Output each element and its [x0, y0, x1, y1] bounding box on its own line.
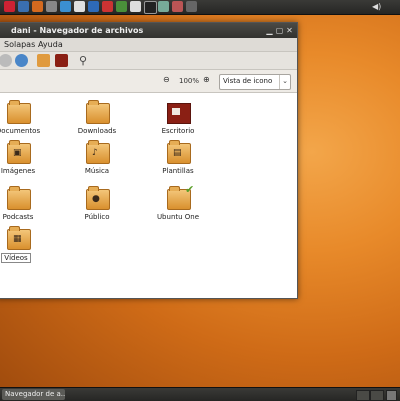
bottom-panel: Navegador de a...	[0, 387, 400, 401]
file-item-imagenes[interactable]: ▣ Imágenes	[0, 140, 47, 183]
file-item-documentos[interactable]: Documentos	[0, 100, 47, 143]
folder-icon: ♪	[86, 140, 110, 164]
launcher-icon[interactable]	[130, 1, 141, 12]
video-icon: ▦	[13, 234, 22, 244]
close-icon[interactable]: ✕	[285, 26, 294, 35]
file-label: Podcasts	[2, 213, 34, 221]
computer-icon[interactable]	[55, 54, 68, 67]
launcher-icon[interactable]	[4, 1, 15, 12]
launcher-icon[interactable]	[102, 1, 113, 12]
file-item-ubuntu-one[interactable]: ✔ Ubuntu One	[147, 183, 207, 229]
music-icon: ♪	[92, 148, 98, 158]
file-item-videos[interactable]: ▦ Vídeos	[0, 226, 47, 269]
file-label: Música	[84, 167, 110, 175]
chevron-down-icon[interactable]: ⌄	[279, 75, 290, 89]
file-item-escritorio[interactable]: Escritorio	[147, 103, 207, 143]
trash-icon[interactable]	[386, 390, 397, 401]
launcher-icon[interactable]	[32, 1, 43, 12]
toolbar: ⚲	[0, 52, 297, 70]
zoom-out-icon[interactable]: ⊖	[163, 75, 170, 84]
launcher-icon[interactable]	[46, 1, 57, 12]
launcher-icon[interactable]	[116, 1, 127, 12]
volume-icon[interactable]: ◀)	[372, 2, 381, 12]
workspace-switcher[interactable]	[356, 390, 370, 401]
window-title: dani - Navegador de archivos	[11, 26, 144, 35]
folder-icon: ▣	[7, 140, 31, 164]
home-icon[interactable]	[37, 54, 50, 67]
stop-icon[interactable]	[0, 54, 12, 67]
search-icon[interactable]: ⚲	[79, 54, 92, 67]
view-mode-select[interactable]: Vista de icono ⌄	[219, 74, 291, 90]
launcher-icon[interactable]	[186, 1, 197, 12]
reload-icon[interactable]	[15, 54, 28, 67]
file-item-plantillas[interactable]: ▤ Plantillas	[147, 140, 207, 183]
minimize-icon[interactable]: ▁	[265, 26, 274, 35]
file-label: Documentos	[0, 127, 41, 135]
file-label: Downloads	[77, 127, 117, 135]
menu-bar: Solapas Ayuda	[0, 38, 297, 52]
top-panel: ◀)	[0, 0, 400, 15]
folder-icon: ●	[86, 186, 110, 210]
file-label: Vídeos	[1, 253, 31, 263]
folder-icon	[7, 186, 31, 210]
public-share-icon: ●	[92, 194, 100, 204]
view-mode-label: Vista de icono	[223, 77, 273, 85]
location-bar: ⊖ 100% ⊕ Vista de icono ⌄	[0, 70, 297, 93]
file-label: Imágenes	[0, 167, 36, 175]
menu-solapas[interactable]: Solapas	[4, 40, 35, 49]
desktop-icon	[167, 103, 191, 124]
file-label: Escritorio	[161, 127, 195, 135]
zoom-in-icon[interactable]: ⊕	[203, 75, 210, 84]
file-item-publico[interactable]: ● Público	[66, 186, 126, 229]
menu-ayuda[interactable]: Ayuda	[38, 40, 63, 49]
window-titlebar[interactable]: dani - Navegador de archivos ▁ ▢ ✕	[0, 23, 297, 38]
zoom-level: 100%	[179, 77, 200, 85]
maximize-icon[interactable]: ▢	[275, 26, 284, 35]
sync-check-icon: ✔	[185, 183, 195, 196]
folder-icon: ▤	[167, 140, 191, 164]
launcher-icon[interactable]	[18, 1, 29, 12]
icon-view: Documentos Downloads Escritorio ▣ Imágen…	[0, 93, 297, 298]
folder-icon	[86, 100, 110, 124]
launcher-icon[interactable]	[144, 1, 157, 14]
taskbar-item-file-manager[interactable]: Navegador de a...	[2, 389, 65, 400]
templates-icon: ▤	[173, 148, 182, 158]
file-item-downloads[interactable]: Downloads	[66, 100, 126, 143]
launcher-icon[interactable]	[172, 1, 183, 12]
pictures-icon: ▣	[13, 148, 22, 158]
file-label: Ubuntu One	[156, 213, 200, 221]
file-manager-window: dani - Navegador de archivos ▁ ▢ ✕ Solap…	[0, 22, 298, 299]
file-item-podcasts[interactable]: Podcasts	[0, 186, 47, 229]
launcher-icon[interactable]	[60, 1, 71, 12]
launcher-icon[interactable]	[158, 1, 169, 12]
launcher-icon[interactable]	[74, 1, 85, 12]
workspace-switcher[interactable]	[370, 390, 384, 401]
file-item-musica[interactable]: ♪ Música	[66, 140, 126, 183]
file-label: Plantillas	[162, 167, 194, 175]
folder-icon: ▦	[7, 226, 31, 250]
folder-icon	[7, 100, 31, 124]
file-label: Público	[84, 213, 110, 221]
launcher-icon[interactable]	[88, 1, 99, 12]
